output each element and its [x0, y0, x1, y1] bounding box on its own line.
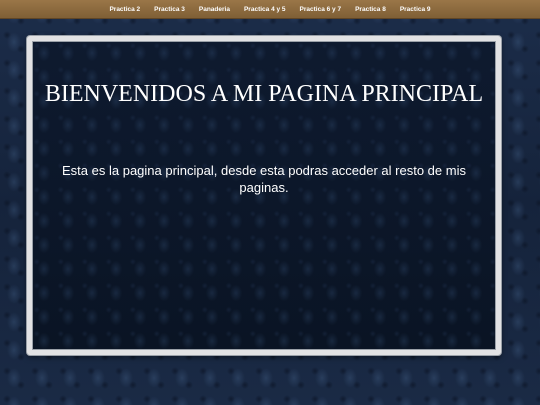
nav-link-panaderia[interactable]: Panaderia: [192, 6, 237, 13]
nav-link-practica-6-y-7[interactable]: Practica 6 y 7: [293, 6, 349, 13]
nav-link-practica-8[interactable]: Practica 8: [348, 6, 393, 13]
nav-link-practica-3[interactable]: Practica 3: [147, 6, 192, 13]
top-nav-bar: Practica 2 Practica 3 Panaderia Practica…: [0, 0, 540, 19]
content-frame: BIENVENIDOS A MI PAGINA PRINCIPAL Esta e…: [27, 36, 501, 355]
page-title: BIENVENIDOS A MI PAGINA PRINCIPAL: [44, 81, 484, 107]
nav-link-practica-4-y-5[interactable]: Practica 4 y 5: [237, 6, 293, 13]
nav-link-practica-2[interactable]: Practica 2: [102, 6, 147, 13]
nav-link-practica-9[interactable]: Practica 9: [393, 6, 438, 13]
welcome-description: Esta es la pagina principal, desde esta …: [62, 163, 466, 195]
